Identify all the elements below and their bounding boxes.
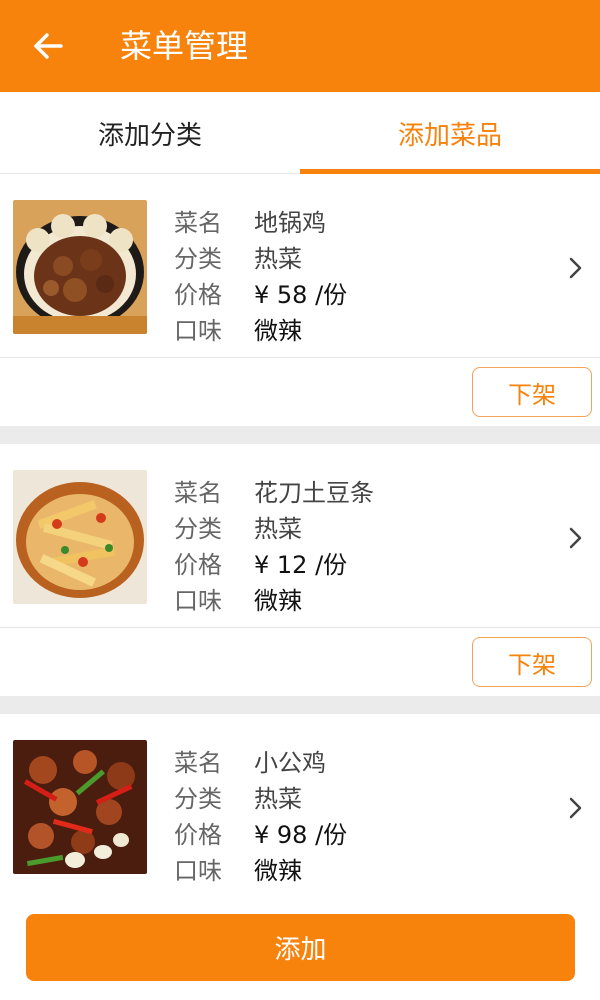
dish-info[interactable]: 菜名 小公鸡 分类 热菜 价格 ¥ 98 /份 口味 微辣 bbox=[0, 714, 600, 898]
dish-taste: 微辣 bbox=[254, 316, 302, 345]
chevron-right-icon bbox=[569, 797, 582, 819]
back-button[interactable] bbox=[28, 26, 68, 66]
unlist-button[interactable]: 下架 bbox=[472, 637, 592, 687]
dish-price-row: 价格 ¥ 12 /份 bbox=[174, 544, 347, 580]
arrow-left-icon bbox=[34, 33, 63, 59]
dish-category-row: 分类 热菜 bbox=[174, 778, 302, 814]
bottom-bar: 添加 bbox=[0, 896, 600, 1000]
taste-label: 口味 bbox=[174, 856, 222, 885]
dish-name: 花刀土豆条 bbox=[254, 478, 374, 507]
dish-price: ¥ 58 /份 bbox=[254, 280, 348, 309]
tab-add-category[interactable]: 添加分类 bbox=[0, 92, 300, 174]
dish-name: 小公鸡 bbox=[254, 748, 326, 777]
dish-name-row: 菜名 地锅鸡 bbox=[174, 202, 326, 238]
dish-name-row: 菜名 小公鸡 bbox=[174, 742, 326, 778]
price-label: 价格 bbox=[174, 550, 222, 579]
dish-image bbox=[13, 470, 147, 604]
tab-bar: 添加分类 添加菜品 bbox=[0, 92, 600, 174]
dish-price-row: 价格 ¥ 58 /份 bbox=[174, 274, 347, 310]
dish-card: 菜名 小公鸡 分类 热菜 价格 ¥ 98 /份 口味 微辣 bbox=[0, 714, 600, 898]
chevron-right-icon bbox=[569, 257, 582, 279]
dish-price: ¥ 12 /份 bbox=[254, 550, 348, 579]
page-title: 菜单管理 bbox=[120, 27, 249, 65]
dish-category: 热菜 bbox=[254, 784, 302, 813]
dish-actions: 下架 bbox=[0, 628, 600, 696]
category-label: 分类 bbox=[174, 784, 222, 813]
dish-actions: 下架 bbox=[0, 358, 600, 426]
app-header: 菜单管理 bbox=[0, 0, 600, 92]
tab-label: 添加分类 bbox=[97, 120, 202, 151]
add-dish-button[interactable]: 添加 bbox=[26, 914, 575, 981]
name-label: 菜名 bbox=[174, 208, 222, 237]
price-label: 价格 bbox=[174, 820, 222, 849]
dish-taste-row: 口味 微辣 bbox=[174, 580, 302, 616]
dish-category: 热菜 bbox=[254, 514, 302, 543]
tab-label: 添加菜品 bbox=[397, 120, 502, 151]
dish-category-row: 分类 热菜 bbox=[174, 508, 302, 544]
dish-category-row: 分类 热菜 bbox=[174, 238, 302, 274]
dish-taste: 微辣 bbox=[254, 586, 302, 615]
dish-taste-row: 口味 微辣 bbox=[174, 310, 302, 346]
dish-price: ¥ 98 /份 bbox=[254, 820, 348, 849]
card-divider bbox=[0, 696, 600, 714]
dish-name-row: 菜名 花刀土豆条 bbox=[174, 472, 374, 508]
dish-image bbox=[13, 200, 147, 334]
unlist-button[interactable]: 下架 bbox=[472, 367, 592, 417]
dish-image bbox=[13, 740, 147, 874]
dish-taste: 微辣 bbox=[254, 856, 302, 885]
dish-name: 地锅鸡 bbox=[254, 208, 326, 237]
dish-card: 菜名 地锅鸡 分类 热菜 价格 ¥ 58 /份 口味 微辣 下架 bbox=[0, 174, 600, 426]
chevron-right-icon bbox=[569, 527, 582, 549]
category-label: 分类 bbox=[174, 514, 222, 543]
tab-add-dish[interactable]: 添加菜品 bbox=[300, 92, 600, 174]
dish-category: 热菜 bbox=[254, 244, 302, 273]
dish-price-row: 价格 ¥ 98 /份 bbox=[174, 814, 347, 850]
price-label: 价格 bbox=[174, 280, 222, 309]
taste-label: 口味 bbox=[174, 316, 222, 345]
taste-label: 口味 bbox=[174, 586, 222, 615]
dish-info[interactable]: 菜名 地锅鸡 分类 热菜 价格 ¥ 58 /份 口味 微辣 bbox=[0, 174, 600, 358]
dish-card: 菜名 花刀土豆条 分类 热菜 价格 ¥ 12 /份 口味 微辣 下架 bbox=[0, 444, 600, 696]
name-label: 菜名 bbox=[174, 478, 222, 507]
dish-taste-row: 口味 微辣 bbox=[174, 850, 302, 886]
category-label: 分类 bbox=[174, 244, 222, 273]
dish-info[interactable]: 菜名 花刀土豆条 分类 热菜 价格 ¥ 12 /份 口味 微辣 bbox=[0, 444, 600, 628]
card-divider bbox=[0, 426, 600, 444]
name-label: 菜名 bbox=[174, 748, 222, 777]
